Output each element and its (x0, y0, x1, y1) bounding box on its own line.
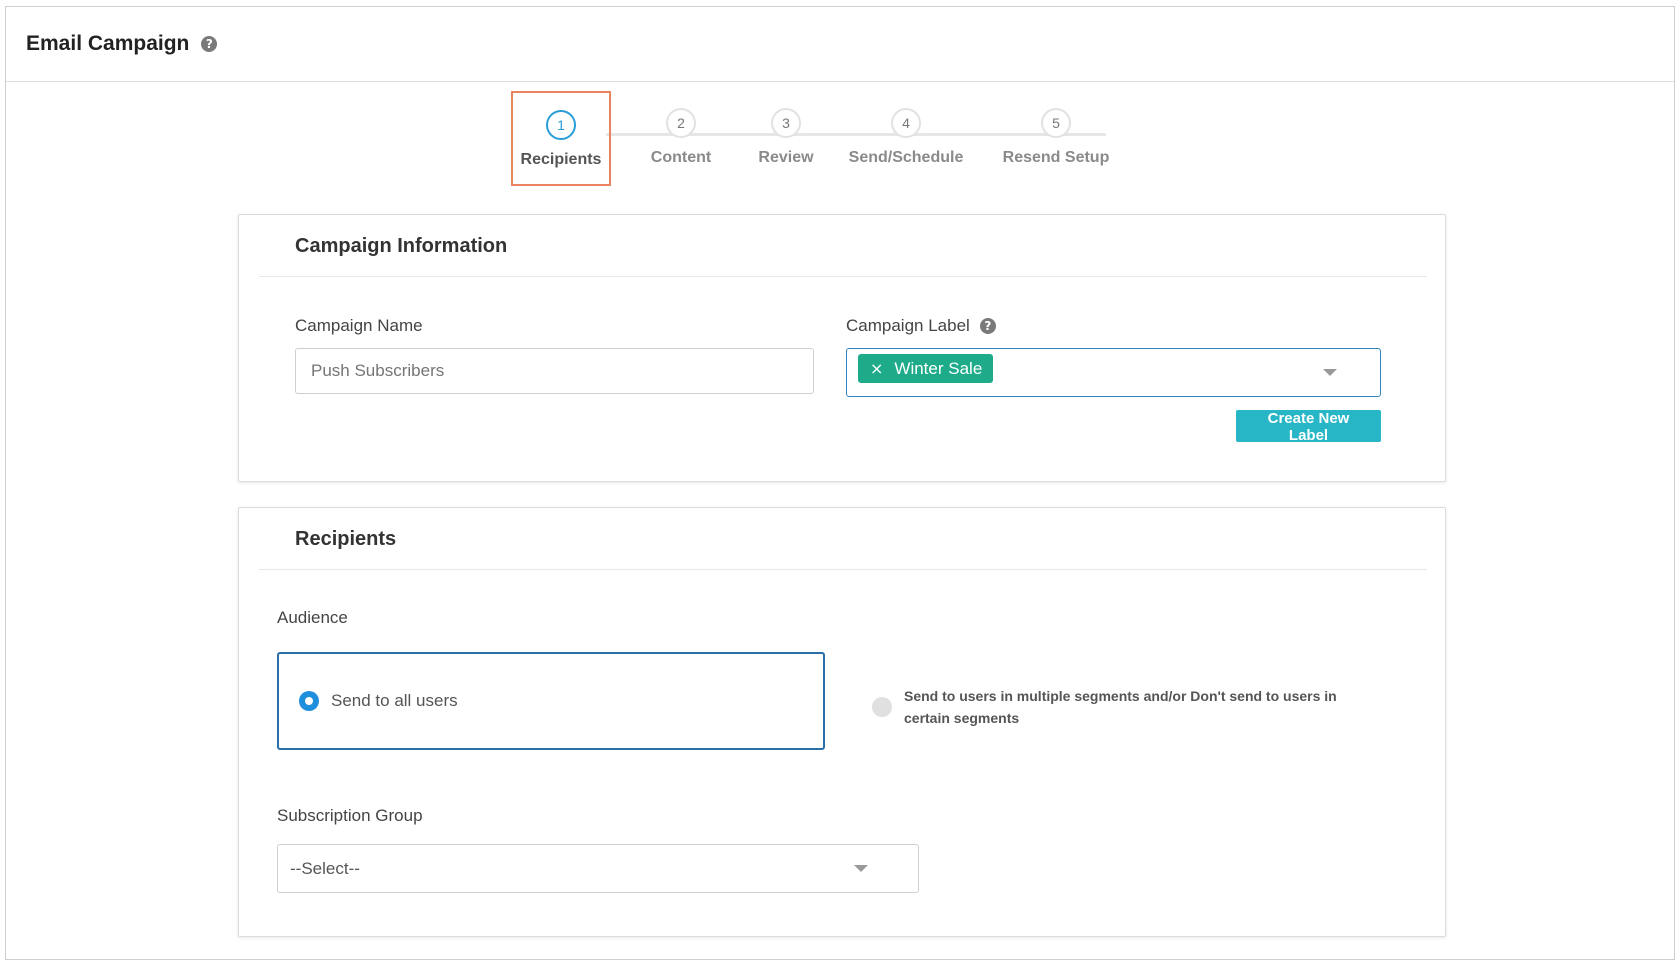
step-label: Send/Schedule (848, 149, 964, 166)
campaign-name-input[interactable] (295, 348, 814, 394)
step-resend-setup[interactable]: 5 Resend Setup (981, 91, 1131, 186)
label-tag: × Winter Sale (858, 354, 994, 383)
recipients-card: Recipients Audience Send to all users Se… (238, 507, 1446, 937)
step-content[interactable]: 2 Content (626, 91, 736, 186)
remove-tag-icon[interactable]: × (870, 359, 883, 378)
subscription-group-select[interactable]: --Select-- (277, 844, 919, 893)
step-number: 2 (666, 108, 696, 138)
step-number: 4 (891, 108, 921, 138)
audience-option-segments[interactable]: Send to users in multiple segments and/o… (872, 685, 1384, 729)
campaign-label-label: Campaign Label ? (846, 316, 996, 336)
divider (259, 569, 1427, 570)
create-new-label-button[interactable]: Create New Label (1236, 410, 1381, 444)
option-label: Send to all users (331, 691, 458, 710)
step-number: 3 (771, 108, 801, 138)
subscription-group-label: Subscription Group (277, 806, 423, 825)
option-label: Send to users in multiple segments and/o… (904, 688, 1337, 726)
step-label: Content (650, 149, 712, 166)
campaign-information-card: Campaign Information Campaign Name Campa… (238, 214, 1446, 482)
step-label: Resend Setup (1002, 149, 1110, 166)
audience-label: Audience (277, 608, 348, 627)
help-icon[interactable]: ? (201, 36, 218, 52)
tag-text: Winter Sale (894, 358, 983, 378)
radio-unselected-icon[interactable] (872, 697, 892, 717)
campaign-name-label: Campaign Name (295, 316, 423, 335)
card-title: Recipients (295, 528, 397, 550)
step-send-schedule[interactable]: 4 Send/Schedule (836, 91, 976, 186)
step-number: 1 (546, 110, 576, 140)
chevron-down-icon[interactable] (1323, 369, 1337, 376)
page-title: Email Campaign (26, 32, 190, 55)
page-header: Email Campaign ? (6, 7, 1674, 82)
step-label: Review (758, 149, 814, 166)
campaign-label-text: Campaign Label (846, 316, 970, 335)
campaign-label-select[interactable]: × Winter Sale (846, 348, 1381, 397)
divider (259, 276, 1427, 277)
select-value: --Select-- (290, 858, 360, 878)
step-recipients[interactable]: 1 Recipients (511, 91, 611, 186)
step-number: 5 (1041, 108, 1071, 138)
stepper: 1 Recipients 2 Content 3 Review 4 Send/S… (6, 91, 1674, 191)
page-frame: Email Campaign ? 1 Recipients 2 Content … (5, 6, 1675, 960)
step-review[interactable]: 3 Review (731, 91, 841, 186)
step-label: Recipients (520, 151, 602, 168)
help-icon[interactable]: ? (979, 318, 996, 334)
card-title: Campaign Information (295, 235, 508, 257)
chevron-down-icon[interactable] (854, 865, 868, 872)
radio-selected-icon[interactable] (299, 691, 319, 711)
audience-option-all-users[interactable]: Send to all users (277, 652, 825, 750)
